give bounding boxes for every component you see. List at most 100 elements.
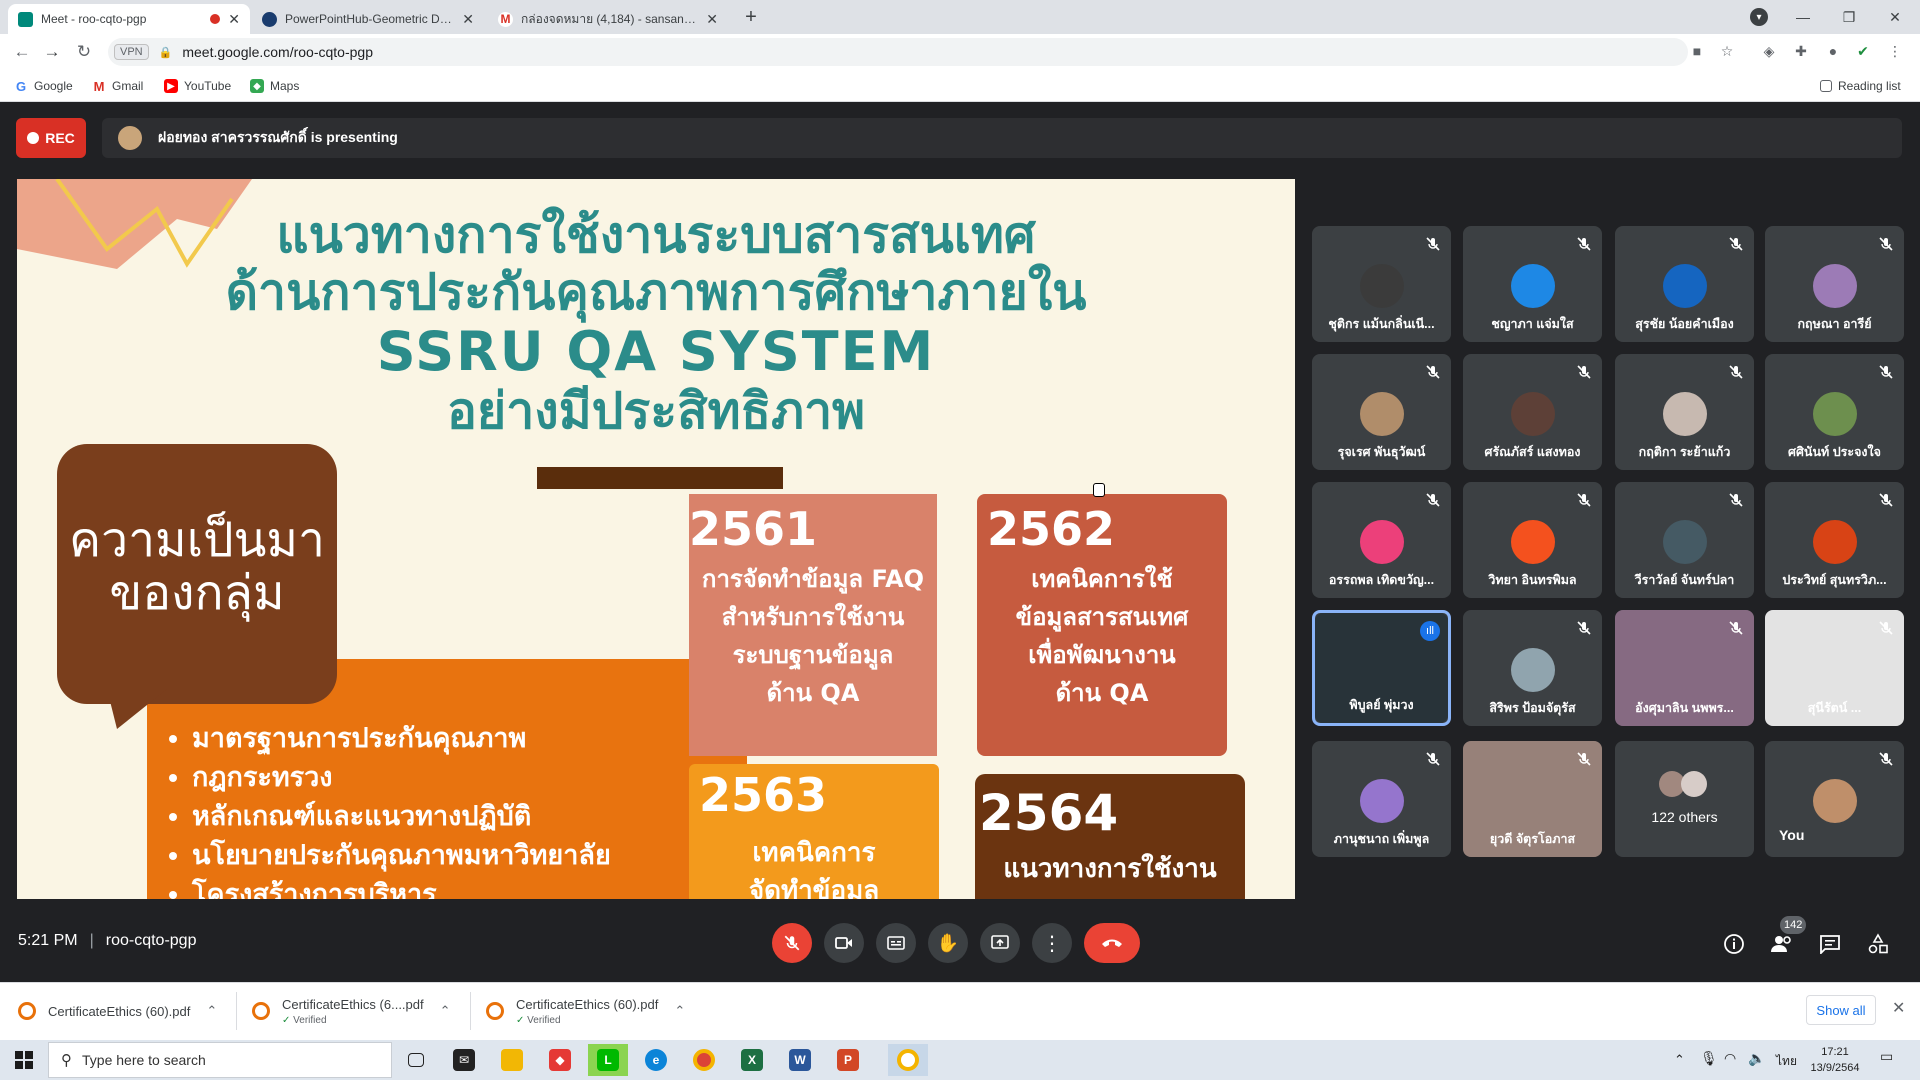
participant-tile[interactable]: กฤษณา อารีย์: [1765, 226, 1904, 342]
mail-app-button[interactable]: ✉: [444, 1044, 484, 1076]
excel-button[interactable]: X: [732, 1044, 772, 1076]
activities-button[interactable]: [1860, 926, 1896, 962]
participant-name: วิทยา อินทรพิมล: [1488, 573, 1577, 587]
extensions-puzzle-icon[interactable]: ✚: [1790, 40, 1812, 62]
participant-avatar: [1812, 392, 1857, 436]
participant-avatar: [1662, 392, 1707, 436]
camera-blocked-icon[interactable]: ■: [1686, 40, 1708, 62]
tray-chevron-up-icon[interactable]: ⌃: [1674, 1052, 1685, 1068]
close-window-button[interactable]: ✕: [1872, 0, 1918, 34]
extension-shield-icon[interactable]: ◈: [1758, 40, 1780, 62]
participant-tile[interactable]: อรรถพล เทิดขวัญ...: [1312, 482, 1451, 598]
participant-tile[interactable]: ยุวดี จัตุรโอภาส: [1463, 741, 1602, 857]
slide-bullets: มาตรฐานการประกันคุณภาพ กฎกระทรวง หลักเกณ…: [172, 719, 611, 899]
bookmark-google[interactable]: G Google: [14, 70, 73, 102]
download-item[interactable]: CertificateEthics (60).pdf ✓ Verified ⌃: [486, 990, 686, 1032]
participant-tile[interactable]: ศศินันท์ ประจงใจ: [1765, 354, 1904, 470]
participant-tile[interactable]: ชุติกร แม้นกลิ่นเนี...: [1312, 226, 1451, 342]
recording-badge[interactable]: REC: [16, 118, 86, 158]
chat-button[interactable]: [1812, 926, 1848, 962]
presenter-avatar: [118, 126, 142, 150]
taskbar-search-box[interactable]: ⚲ Type here to search: [48, 1042, 392, 1078]
close-tab-icon[interactable]: ✕: [462, 11, 474, 28]
system-clock[interactable]: 17:21 13/9/2564: [1808, 1044, 1862, 1076]
lock-icon[interactable]: 🔒: [159, 46, 173, 59]
word-button[interactable]: W: [780, 1044, 820, 1076]
meeting-info-button[interactable]: [1716, 926, 1752, 962]
chevron-up-icon[interactable]: ⌃: [440, 1003, 451, 1019]
minimize-button[interactable]: —: [1780, 0, 1826, 34]
presenting-banner: ฝอยทอง สาครวรรณศักดิ์ is presenting: [102, 118, 1902, 158]
mic-toggle-button[interactable]: [772, 923, 812, 963]
chrome-active-button[interactable]: [888, 1044, 928, 1076]
restore-button[interactable]: ❐: [1826, 0, 1872, 34]
participant-tile[interactable]: สุนีรัตน์ ...: [1765, 610, 1904, 726]
box-2561-text: การจัดทำข้อมูล FAQ สำหรับการใช้งาน ระบบฐ…: [701, 565, 925, 707]
raise-hand-button[interactable]: ✋: [928, 923, 968, 963]
notifications-icon[interactable]: ▭: [1880, 1048, 1902, 1070]
participant-tile[interactable]: ıll พิบูลย์ พุ่มวง: [1312, 610, 1451, 726]
file-explorer-button[interactable]: [492, 1044, 532, 1076]
chrome-menu-icon[interactable]: ⋮: [1884, 40, 1906, 62]
line-app-button[interactable]: L: [588, 1044, 628, 1076]
present-button[interactable]: [980, 923, 1020, 963]
participant-tile[interactable]: สิริพร ป้อมจัตุรัส: [1463, 610, 1602, 726]
edge-button[interactable]: e: [636, 1044, 676, 1076]
participant-tile[interactable]: อังศุมาลิน นพพร...: [1615, 610, 1754, 726]
leave-call-button[interactable]: [1084, 923, 1140, 963]
tab-gmail[interactable]: M กล่องจดหมาย (4,184) - sansanee.je ✕: [488, 4, 728, 34]
chrome-icon: [693, 1049, 715, 1071]
show-all-button[interactable]: Show all: [1806, 995, 1876, 1025]
security-extension-icon[interactable]: ✔: [1852, 40, 1874, 62]
participant-tile[interactable]: ประวิทย์ สุนทรวิภ...: [1765, 482, 1904, 598]
chevron-up-icon[interactable]: ⌃: [206, 1003, 217, 1019]
close-downloads-icon[interactable]: ✕: [1892, 998, 1905, 1018]
vpn-badge[interactable]: VPN: [114, 44, 149, 60]
address-bar[interactable]: VPN 🔒 meet.google.com/roo-cqto-pgp: [108, 38, 1688, 66]
task-view-button[interactable]: [396, 1044, 436, 1076]
download-item[interactable]: CertificateEthics (6....pdf ✓ Verified ⌃: [252, 990, 452, 1032]
reading-list[interactable]: Reading list: [1820, 70, 1901, 102]
back-icon[interactable]: ←: [10, 40, 34, 64]
forward-icon[interactable]: →: [40, 40, 64, 64]
download-item[interactable]: CertificateEthics (60).pdf ⌃: [18, 990, 228, 1032]
box-2561: 2561 การจัดทำข้อมูล FAQ สำหรับการใช้งาน …: [689, 494, 937, 756]
profile-avatar-icon[interactable]: ●: [1822, 40, 1844, 62]
self-avatar: [1812, 779, 1857, 823]
participant-tile[interactable]: รุจเรศ พันธุวัฒน์: [1312, 354, 1451, 470]
volume-icon[interactable]: 🔈: [1748, 1050, 1765, 1067]
participant-tile[interactable]: ศรัณภัสร์ แสงทอง: [1463, 354, 1602, 470]
self-tile[interactable]: You: [1765, 741, 1904, 857]
tab-search-icon[interactable]: ▾: [1750, 8, 1768, 26]
bookmark-star-icon[interactable]: ☆: [1716, 40, 1738, 62]
url-text[interactable]: meet.google.com/roo-cqto-pgp: [182, 44, 373, 60]
chevron-up-icon[interactable]: ⌃: [674, 1003, 685, 1019]
reload-icon[interactable]: ↻: [72, 40, 96, 64]
participant-tile[interactable]: สุรชัย น้อยคำเมือง: [1615, 226, 1754, 342]
participant-tile[interactable]: กฤติกา ระย้าแก้ว: [1615, 354, 1754, 470]
participant-tile[interactable]: วิทยา อินทรพิมล: [1463, 482, 1602, 598]
close-tab-icon[interactable]: ✕: [228, 11, 240, 28]
bookmark-youtube[interactable]: ▶ YouTube: [164, 70, 231, 102]
camera-toggle-button[interactable]: [824, 923, 864, 963]
participant-tile[interactable]: ภานุชนาถ เพิ่มพูล: [1312, 741, 1451, 857]
info-icon: [1724, 934, 1744, 954]
tab-meet[interactable]: Meet - roo-cqto-pgp ✕: [8, 4, 250, 34]
powerpoint-button[interactable]: P: [828, 1044, 868, 1076]
captions-button[interactable]: [876, 923, 916, 963]
bookmark-gmail[interactable]: M Gmail: [92, 70, 143, 102]
others-tile[interactable]: 122 others: [1615, 741, 1754, 857]
new-tab-button[interactable]: +: [738, 4, 764, 30]
microphone-tray-icon[interactable]: 🎙: [1700, 1050, 1718, 1067]
input-language[interactable]: ไทย: [1776, 1052, 1797, 1071]
bookmark-maps[interactable]: ◆ Maps: [250, 70, 299, 102]
anydesk-button[interactable]: ◆: [540, 1044, 580, 1076]
windows-start-button[interactable]: [4, 1044, 44, 1076]
chrome-taskbar-button[interactable]: [684, 1044, 724, 1076]
more-options-button[interactable]: ⋮: [1032, 923, 1072, 963]
close-tab-icon[interactable]: ✕: [706, 11, 718, 28]
participant-tile[interactable]: ชญาภา แจ่มใส: [1463, 226, 1602, 342]
participant-tile[interactable]: วีราวัลย์ จันทร์ปลา: [1615, 482, 1754, 598]
tab-powerpointhub[interactable]: PowerPointHub-Geometric Desig ✕: [252, 4, 484, 34]
wifi-icon[interactable]: ◠: [1724, 1050, 1736, 1067]
